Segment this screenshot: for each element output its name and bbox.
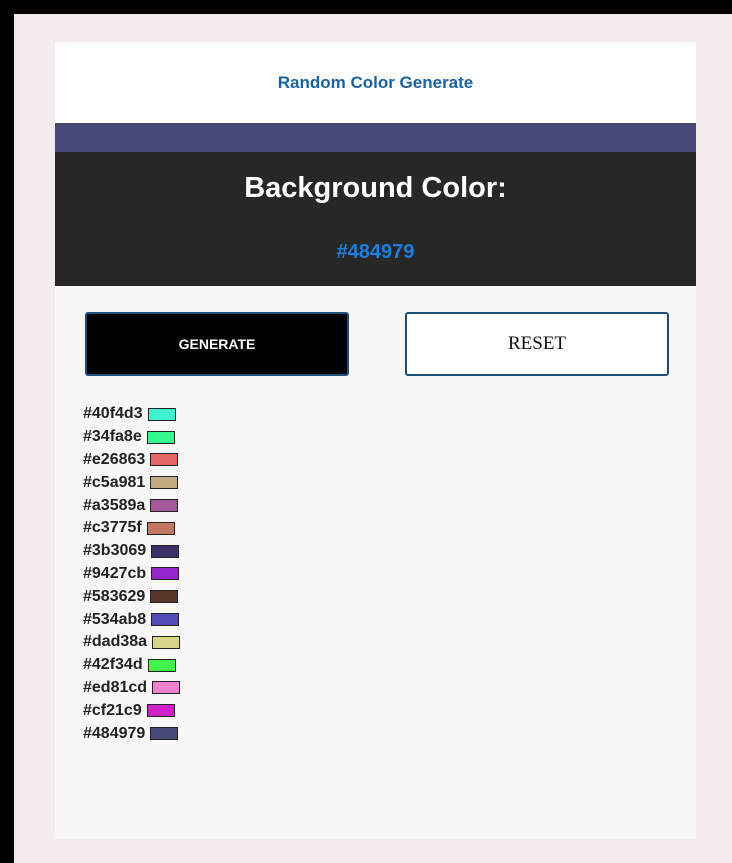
history-color-code: #c3775f <box>83 519 142 537</box>
history-item: #a3589a <box>83 494 180 517</box>
color-swatch <box>152 635 181 649</box>
history-item: #9427cb <box>83 563 180 586</box>
color-swatch <box>150 727 179 741</box>
history-color-code: #583629 <box>83 587 146 605</box>
history-item: #3b3069 <box>83 540 180 563</box>
color-swatch <box>146 704 175 718</box>
reset-button[interactable]: RESET <box>405 312 669 376</box>
history-color-code: #cf21c9 <box>83 701 142 719</box>
history-item: #cf21c9 <box>83 699 180 722</box>
color-swatch <box>150 590 179 604</box>
current-color-bar <box>55 123 696 152</box>
history-color-code: #484979 <box>83 724 146 742</box>
history-color-code: #c5a981 <box>83 473 146 491</box>
history-item: #42f34d <box>83 654 180 677</box>
color-swatch <box>151 567 180 581</box>
history-item: #ed81cd <box>83 677 181 700</box>
history-item: #c5a981 <box>83 471 180 494</box>
color-history-list: #40f4d3 #34fa8e #e26863 #c5a981 #a3589a #c377… <box>83 403 181 745</box>
history-item: #c3775f <box>83 517 180 540</box>
current-color-value: #484979 <box>336 241 415 263</box>
history-color-code: #e26863 <box>83 450 146 468</box>
history-color-code: #dad38a <box>83 633 148 651</box>
history-color-code: #ed81cd <box>83 678 148 696</box>
history-item: #534ab8 <box>83 608 180 631</box>
generate-button[interactable]: GENERATE <box>85 312 349 376</box>
color-swatch <box>151 613 180 627</box>
color-swatch <box>147 658 176 672</box>
history-color-code: #a3589a <box>83 496 146 514</box>
history-color-code: #42f34d <box>83 656 143 674</box>
color-swatch <box>150 476 179 490</box>
history-color-code: #34fa8e <box>83 428 142 446</box>
history-color-code: #3b3069 <box>83 542 147 560</box>
history-color-code: #534ab8 <box>83 610 147 628</box>
history-item: #dad38a <box>83 631 181 654</box>
color-swatch <box>152 681 181 695</box>
color-swatch <box>151 544 180 558</box>
history-color-code: #9427cb <box>83 564 147 582</box>
background-color-label: Background Color: <box>244 172 507 204</box>
color-swatch <box>146 521 175 535</box>
history-item: #484979 <box>83 722 180 745</box>
color-swatch <box>146 430 175 444</box>
color-generator-card: Random Color Generate Background Color: … <box>55 42 696 839</box>
history-item: #583629 <box>83 585 180 608</box>
app-header: Random Color Generate <box>55 42 696 123</box>
color-swatch <box>147 407 176 421</box>
history-item: #34fa8e <box>83 426 180 449</box>
history-item: #e26863 <box>83 449 180 472</box>
app-title: Random Color Generate <box>277 72 474 92</box>
color-display-panel: Background Color: #484979 <box>55 152 696 286</box>
page-frame: Random Color Generate Background Color: … <box>14 14 732 863</box>
color-swatch <box>150 499 179 513</box>
history-item: #40f4d3 <box>83 403 180 426</box>
color-swatch <box>150 453 179 467</box>
history-color-code: #40f4d3 <box>83 405 143 423</box>
